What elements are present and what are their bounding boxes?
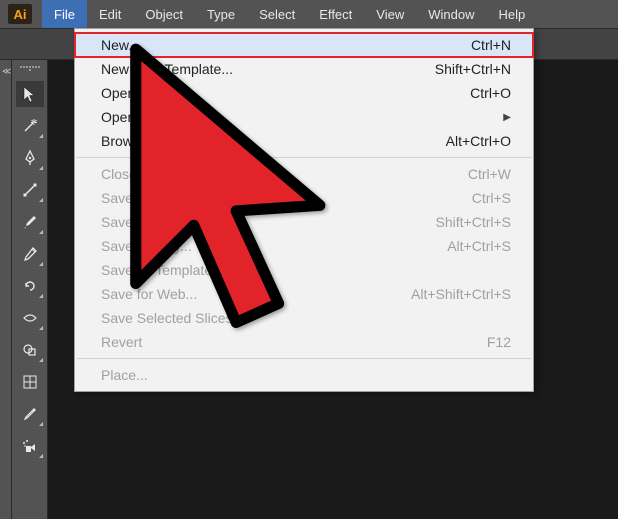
menu-window[interactable]: Window: [416, 0, 486, 28]
submenu-arrow-icon: ▶: [503, 112, 511, 123]
menu-shortcut: Alt+Ctrl+S: [447, 238, 511, 254]
menu-row-new-from-template[interactable]: New from Template... Shift+Ctrl+N: [75, 57, 533, 81]
menu-row-close: Close Ctrl+W: [75, 162, 533, 186]
selection-tool[interactable]: [16, 81, 44, 107]
symbol-sprayer-tool[interactable]: [16, 433, 44, 459]
menu-label: Browse in Bridge...: [101, 133, 219, 149]
menu-label: Open Recent Files: [101, 109, 217, 125]
menu-label: New...: [101, 37, 140, 53]
menu-label: Save as Template...: [101, 262, 224, 278]
collapse-icon: ≪: [2, 66, 11, 77]
menu-row-save-copy: Save a Copy... Alt+Ctrl+S: [75, 234, 533, 258]
menu-shortcut: Alt+Shift+Ctrl+S: [411, 286, 511, 302]
menu-row-revert: Revert F12: [75, 330, 533, 354]
file-dropdown-menu: New... Ctrl+N New from Template... Shift…: [74, 28, 534, 392]
menu-object[interactable]: Object: [133, 0, 195, 28]
menu-label: Revert: [101, 334, 142, 350]
menu-shortcut: Ctrl+N: [471, 37, 511, 53]
menu-shortcut: Ctrl+W: [468, 166, 511, 182]
menu-row-save-as: Save As... Shift+Ctrl+S: [75, 210, 533, 234]
menu-view[interactable]: View: [364, 0, 416, 28]
menu-row-open[interactable]: Open... Ctrl+O: [75, 81, 533, 105]
app-logo: Ai: [8, 4, 32, 24]
menu-shortcut: Ctrl+O: [470, 85, 511, 101]
menu-shortcut: Ctrl+S: [472, 190, 511, 206]
menu-label: Save a Copy...: [101, 238, 192, 254]
magic-wand-tool[interactable]: [16, 113, 44, 139]
menu-row-place: Place...: [75, 363, 533, 387]
paintbrush-tool[interactable]: [16, 209, 44, 235]
menu-separator: [77, 157, 531, 158]
menu-label: New from Template...: [101, 61, 233, 77]
menu-row-save-template: Save as Template...: [75, 258, 533, 282]
menu-row-save-for-web: Save for Web... Alt+Shift+Ctrl+S: [75, 282, 533, 306]
menu-label: Save As...: [101, 214, 164, 230]
menu-type[interactable]: Type: [195, 0, 247, 28]
menu-shortcut: F12: [487, 334, 511, 350]
menu-select[interactable]: Select: [247, 0, 307, 28]
menu-file[interactable]: File: [42, 0, 87, 28]
menu-effect[interactable]: Effect: [307, 0, 364, 28]
width-tool[interactable]: [16, 305, 44, 331]
menu-label: Open...: [101, 85, 147, 101]
menu-label: Close: [101, 166, 137, 182]
shape-builder-tool[interactable]: [16, 337, 44, 363]
pencil-tool[interactable]: [16, 241, 44, 267]
panel-collapse-strip[interactable]: ≪: [0, 60, 12, 519]
rotate-tool[interactable]: [16, 273, 44, 299]
tool-panel: [12, 60, 48, 519]
menu-label: Save Selected Slices...: [101, 310, 244, 326]
menu-row-save: Save Ctrl+S: [75, 186, 533, 210]
menu-label: Place...: [101, 367, 148, 383]
menu-shortcut: Shift+Ctrl+S: [436, 214, 511, 230]
menu-label: Save: [101, 190, 133, 206]
menu-row-open-recent[interactable]: Open Recent Files ▶: [75, 105, 533, 129]
menu-help[interactable]: Help: [486, 0, 537, 28]
menu-label: Save for Web...: [101, 286, 197, 302]
menubar: Ai File Edit Object Type Select Effect V…: [0, 0, 618, 28]
line-segment-tool[interactable]: [16, 177, 44, 203]
menu-row-save-slices: Save Selected Slices...: [75, 306, 533, 330]
mesh-tool[interactable]: [16, 369, 44, 395]
menu-shortcut: Alt+Ctrl+O: [446, 133, 511, 149]
menu-shortcut: Shift+Ctrl+N: [435, 61, 511, 77]
eyedropper-tool[interactable]: [16, 401, 44, 427]
menu-row-new[interactable]: New... Ctrl+N: [75, 33, 533, 57]
menu-edit[interactable]: Edit: [87, 0, 133, 28]
pen-tool[interactable]: [16, 145, 44, 171]
menu-separator: [77, 358, 531, 359]
menu-row-browse-bridge[interactable]: Browse in Bridge... Alt+Ctrl+O: [75, 129, 533, 153]
panel-grip-icon[interactable]: [20, 66, 40, 71]
